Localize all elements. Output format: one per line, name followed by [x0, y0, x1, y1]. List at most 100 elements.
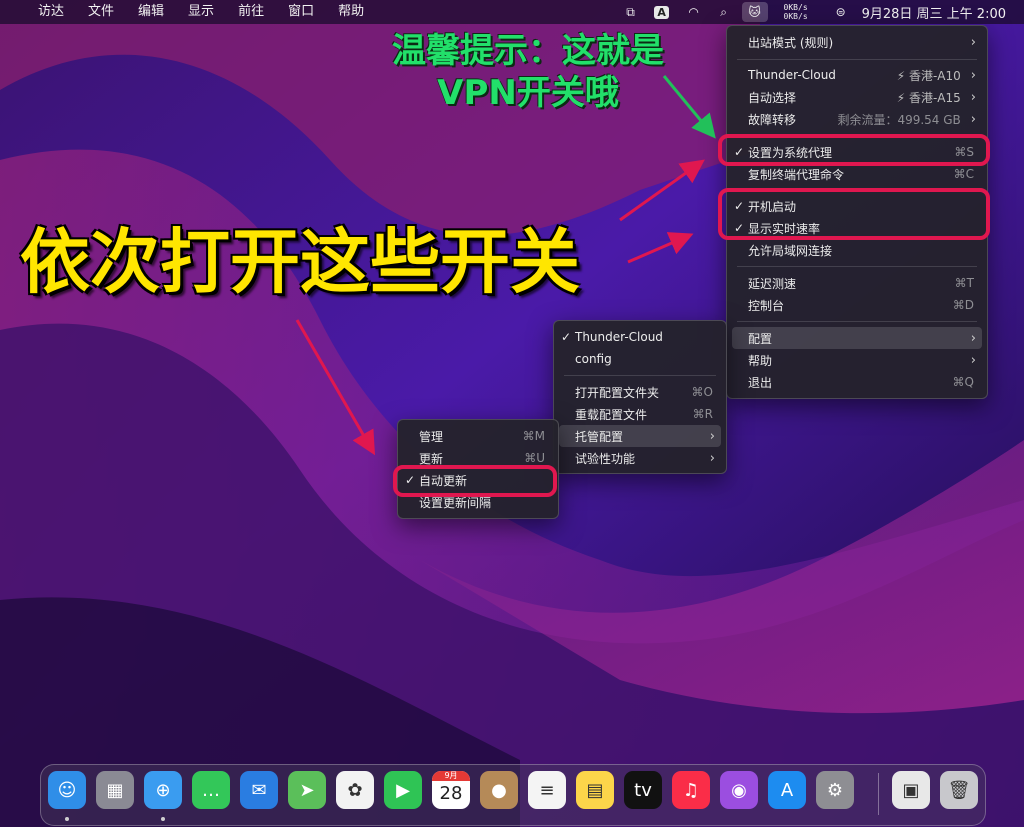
- latency-test-item[interactable]: 延迟测速 ⌘T: [732, 272, 982, 294]
- shortcut: ⌘U: [524, 451, 545, 465]
- shortcut: ⌘Q: [952, 375, 974, 389]
- messages-icon[interactable]: …: [192, 771, 230, 809]
- shortcut: ⌘O: [691, 385, 713, 399]
- dock: ☺ ▦ ⊕… ✉ ➤ ✿ ▶ 9月 28 ● ≡ ▤ tv ♫ ◉ A ⚙ ▣ 🗑: [40, 764, 986, 826]
- chevron-right-icon: ›: [970, 89, 976, 105]
- item-label: 控制台: [748, 298, 785, 313]
- control-center-icon[interactable]: ⊜: [820, 0, 862, 24]
- item-label: 退出: [748, 375, 773, 390]
- facetime-icon[interactable]: ▶: [384, 771, 422, 809]
- shortcut: ⌘R: [692, 407, 713, 421]
- shortcut: ⌘T: [954, 276, 974, 290]
- trash-icon[interactable]: 🗑: [940, 771, 978, 809]
- chevron-right-icon: ›: [970, 111, 976, 127]
- net-speed-readout: 0KB/s 0KB/s: [772, 0, 820, 24]
- shortcut: ⌘C: [953, 167, 974, 181]
- preview-icon[interactable]: ▣: [892, 771, 930, 809]
- highlight-system-proxy: [718, 134, 990, 166]
- copy-terminal-command-item[interactable]: 复制终端代理命令 ⌘C: [732, 163, 982, 185]
- menu-edit[interactable]: 编辑: [126, 0, 176, 24]
- checkmark-icon: ✓: [561, 330, 572, 344]
- music-icon[interactable]: ♫: [672, 771, 710, 809]
- calendar-day: 28: [439, 783, 463, 804]
- open-config-folder-item[interactable]: 打开配置文件夹 ⌘O: [559, 381, 721, 403]
- hosted-config-item[interactable]: 托管配置 ›: [559, 425, 721, 447]
- speed-up: 0KB/s: [783, 3, 808, 12]
- item-label: 延迟测速: [748, 276, 797, 291]
- safari-icon[interactable]: ⊕: [144, 771, 182, 809]
- chevron-right-icon: ›: [970, 352, 976, 368]
- menu-window[interactable]: 窗口: [276, 0, 326, 24]
- running-indicator: [65, 817, 69, 821]
- menu-help[interactable]: 帮助: [326, 0, 376, 24]
- help-item[interactable]: 帮助 ›: [732, 349, 982, 371]
- screen-mirroring-icon[interactable]: ⧉: [616, 0, 646, 24]
- profile-config[interactable]: config: [559, 348, 721, 370]
- group-selected-node: ⚡ 香港-A15: [896, 90, 961, 105]
- wifi-icon[interactable]: ◠: [678, 0, 710, 24]
- chevron-right-icon: ›: [970, 34, 976, 50]
- allow-lan-item[interactable]: 允许局域网连接: [732, 239, 982, 261]
- settings-icon[interactable]: ⚙: [816, 771, 854, 809]
- proxy-group-thunder-cloud[interactable]: Thunder-Cloud ⚡ 香港-A10 ›: [732, 64, 982, 86]
- speed-down: 0KB/s: [783, 12, 808, 21]
- shortcut: ⌘M: [522, 429, 545, 443]
- item-label: 重载配置文件: [575, 407, 648, 422]
- manage-item[interactable]: 管理 ⌘M: [403, 425, 553, 447]
- spotlight-icon[interactable]: ⌕: [710, 0, 738, 24]
- chevron-right-icon: ›: [709, 428, 715, 444]
- item-label: 帮助: [748, 353, 773, 368]
- input-source-icon[interactable]: A: [646, 0, 678, 24]
- tip-text: 温馨提示：这就是 VPN开关哦: [372, 30, 684, 114]
- tip-line-2: VPN开关哦: [437, 73, 619, 113]
- proxy-mode-label: 出站模式 (规则): [748, 35, 834, 50]
- proxy-group-auto-select[interactable]: 自动选择 ⚡ 香港-A15 ›: [732, 86, 982, 108]
- item-label: 允许局域网连接: [748, 243, 833, 258]
- group-name: Thunder-Cloud: [748, 68, 836, 82]
- config-item[interactable]: 配置 ›: [732, 327, 982, 349]
- mail-icon[interactable]: ✉: [240, 771, 278, 809]
- finder-icon[interactable]: ☺: [48, 771, 86, 809]
- config-submenu: ✓ Thunder-Cloud config 打开配置文件夹 ⌘O 重载配置文件 ⌘R…: [553, 320, 727, 474]
- podcasts-icon[interactable]: ◉: [720, 771, 758, 809]
- dashboard-item[interactable]: 控制台 ⌘D: [732, 294, 982, 316]
- instruction-text: 依次打开这些开关: [20, 221, 580, 303]
- experimental-features-item[interactable]: 试验性功能 ›: [559, 447, 721, 469]
- shortcut: ⌘D: [952, 298, 974, 312]
- notes-icon[interactable]: ▤: [576, 771, 614, 809]
- group-name: 自动选择: [748, 90, 797, 105]
- appletv-icon[interactable]: tv: [624, 771, 662, 809]
- menu-view[interactable]: 显示: [176, 0, 226, 24]
- proxy-group-fallback[interactable]: 故障转移 剩余流量：499.54 GB ›: [732, 108, 982, 130]
- reload-config-item[interactable]: 重载配置文件 ⌘R: [559, 403, 721, 425]
- calendar-month: 9月: [432, 771, 470, 781]
- chevron-right-icon: ›: [709, 450, 715, 466]
- running-indicator: [161, 817, 165, 821]
- maps-icon[interactable]: ➤: [288, 771, 326, 809]
- item-label: 托管配置: [575, 429, 624, 444]
- proxy-mode-item[interactable]: 出站模式 (规则) ›: [732, 31, 982, 53]
- reminders-icon[interactable]: ≡: [528, 771, 566, 809]
- menu-bar: 访达 文件 编辑 显示 前往 窗口 帮助 ⧉ A ◠ ⌕ 🐱 0KB/s 0KB/…: [0, 0, 1024, 24]
- item-label: Thunder-Cloud: [575, 330, 663, 344]
- menu-file[interactable]: 文件: [76, 0, 126, 24]
- group-name: 故障转移: [748, 112, 797, 127]
- calendar-icon[interactable]: 9月 28: [432, 771, 470, 809]
- appstore-icon[interactable]: A: [768, 771, 806, 809]
- clock[interactable]: 9月28日 周三 上午 2:00: [862, 0, 1024, 24]
- contacts-icon[interactable]: ●: [480, 771, 518, 809]
- chevron-right-icon: ›: [970, 67, 976, 83]
- quit-item[interactable]: 退出 ⌘Q: [732, 371, 982, 393]
- profile-thunder-cloud[interactable]: ✓ Thunder-Cloud: [559, 326, 721, 348]
- launchpad-icon[interactable]: ▦: [96, 771, 134, 809]
- item-label: 试验性功能: [575, 451, 636, 466]
- photos-icon[interactable]: ✿: [336, 771, 374, 809]
- item-label: 管理: [419, 429, 444, 444]
- group-selected-node: ⚡ 香港-A10: [896, 68, 961, 83]
- item-label: 配置: [748, 331, 773, 346]
- item-label: 打开配置文件夹: [575, 385, 660, 400]
- tip-line-1: 温馨提示：这就是: [392, 31, 664, 71]
- clashx-status-icon[interactable]: 🐱: [738, 0, 772, 24]
- menu-finder[interactable]: 访达: [26, 0, 76, 24]
- menu-go[interactable]: 前往: [226, 0, 276, 24]
